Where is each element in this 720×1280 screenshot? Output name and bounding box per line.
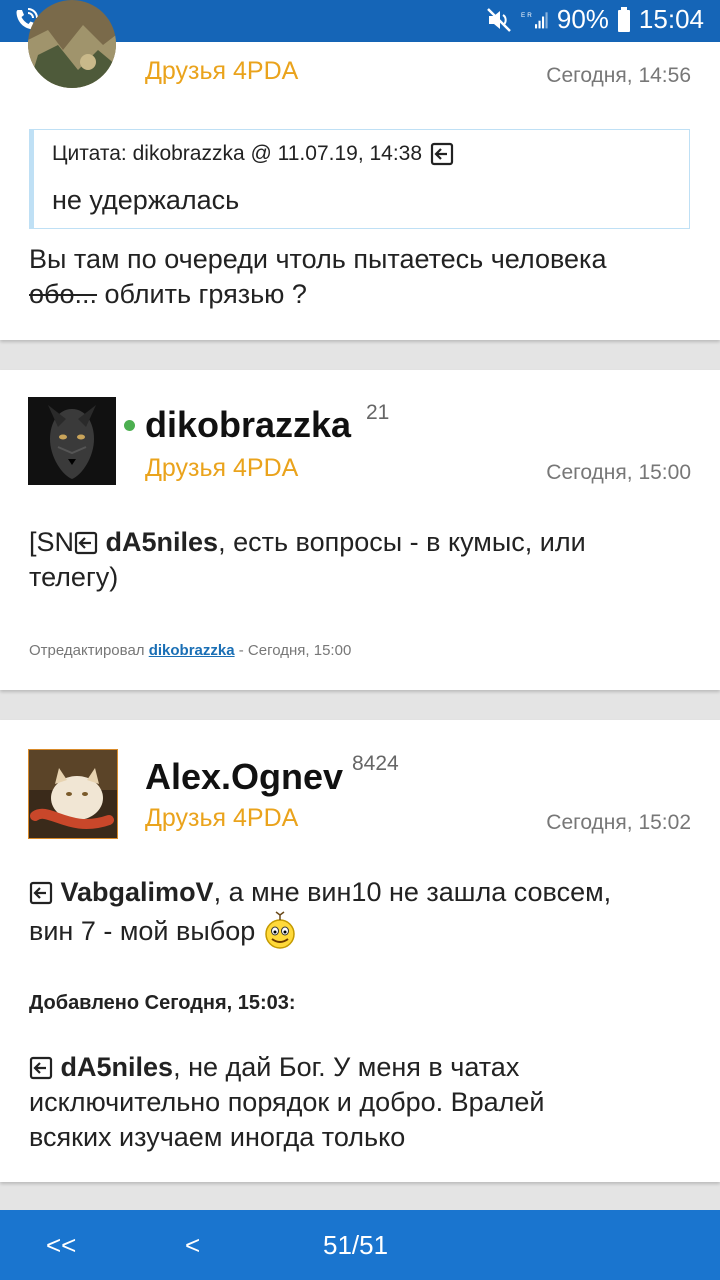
post-text-line2: вин 7 - мой выбор: [29, 916, 256, 946]
post-card: Alex.Ognev 8424 Друзья 4PDA Сегодня, 15:…: [0, 720, 720, 1182]
prev-page-button[interactable]: <: [185, 1230, 200, 1261]
post-text-prefix: [SN: [29, 527, 75, 557]
quote-header-text: Цитата: dikobrazzka @ 11.07.19, 14:38: [52, 142, 423, 165]
post-text-line2: исключительно порядок и добро. Вралей: [29, 1087, 545, 1117]
user-avatar[interactable]: [28, 0, 116, 88]
post-text: Вы там по очереди чтоль пытаетесь челове…: [29, 242, 694, 312]
post-text-line3: всяких изучаем иногда только: [29, 1122, 406, 1152]
user-reputation[interactable]: 8424: [352, 752, 399, 776]
edited-by-link[interactable]: dikobrazzka: [149, 642, 235, 659]
user-group: Друзья 4PDA: [145, 454, 299, 482]
battery-icon: [617, 6, 630, 32]
post-text: [SN dA5niles, есть вопросы - в кумыс, ил…: [29, 525, 694, 595]
edited-suffix: - Сегодня, 15:00: [234, 642, 352, 659]
online-status-icon: [124, 420, 135, 431]
strikethrough-text: обо...: [29, 279, 98, 309]
user-reputation[interactable]: 21: [366, 401, 389, 425]
user-mention[interactable]: VabgalimoV: [61, 877, 214, 907]
post-card: dikobrazzka 21 Друзья 4PDA Сегодня, 15:0…: [0, 370, 720, 690]
goto-post-icon[interactable]: [29, 881, 53, 905]
quote-block: Цитата: dikobrazzka @ 11.07.19, 14:38 не…: [29, 129, 690, 229]
post-time: Сегодня, 15:02: [546, 811, 691, 834]
post-text-2: dA5niles, не дай Бог. У меня в чатах иск…: [29, 1050, 694, 1155]
user-avatar[interactable]: [28, 397, 116, 485]
user-group: Друзья 4PDA: [145, 57, 299, 85]
post-text-rest: , а мне вин10 не зашла совсем,: [213, 877, 612, 907]
mute-icon: [486, 7, 511, 32]
svg-text:E: E: [521, 12, 525, 19]
user-nickname[interactable]: Alex.Ognev: [145, 756, 343, 798]
edited-note: Отредактировал dikobrazzka - Сегодня, 15…: [29, 642, 351, 659]
added-label: Добавлено Сегодня, 15:03:: [29, 992, 296, 1014]
post-time: Сегодня, 14:56: [546, 64, 691, 87]
smiley-icon: [265, 911, 295, 949]
page-indicator[interactable]: 51/51: [323, 1230, 388, 1261]
quote-text: не удержалась: [52, 185, 240, 215]
user-mention[interactable]: dA5niles: [61, 1052, 174, 1082]
battery-percent: 90%: [556, 4, 609, 34]
goto-post-icon[interactable]: [430, 142, 454, 166]
post-card: Друзья 4PDA Сегодня, 14:56 Цитата: dikob…: [0, 0, 720, 340]
user-nickname[interactable]: dikobrazzka: [145, 404, 351, 446]
edited-prefix: Отредактировал: [29, 642, 149, 659]
pagination-bar: << < 51/51: [0, 1210, 720, 1280]
quote-header: Цитата: dikobrazzka @ 11.07.19, 14:38: [52, 142, 454, 166]
svg-text:R: R: [527, 12, 532, 19]
post-text: VabgalimoV, а мне вин10 не зашла совсем,…: [29, 875, 694, 950]
signal-icon: E R: [521, 12, 548, 28]
post-text-line1: Вы там по очереди чтоль пытаетесь челове…: [29, 244, 607, 274]
user-avatar[interactable]: [28, 749, 118, 839]
clock: 15:04: [638, 4, 704, 34]
post-text-line2: облить грязью ?: [97, 279, 307, 309]
goto-post-icon[interactable]: [29, 1056, 53, 1080]
goto-post-icon[interactable]: [74, 531, 98, 555]
post-text-rest: , не дай Бог. У меня в чатах: [173, 1052, 520, 1082]
first-page-button[interactable]: <<: [46, 1230, 76, 1261]
user-mention[interactable]: dA5niles: [106, 527, 219, 557]
post-text-line2: телегу): [29, 562, 119, 592]
user-group: Друзья 4PDA: [145, 804, 299, 832]
post-text-rest: , есть вопросы - в кумыс, или: [218, 527, 586, 557]
post-time: Сегодня, 15:00: [546, 461, 691, 484]
